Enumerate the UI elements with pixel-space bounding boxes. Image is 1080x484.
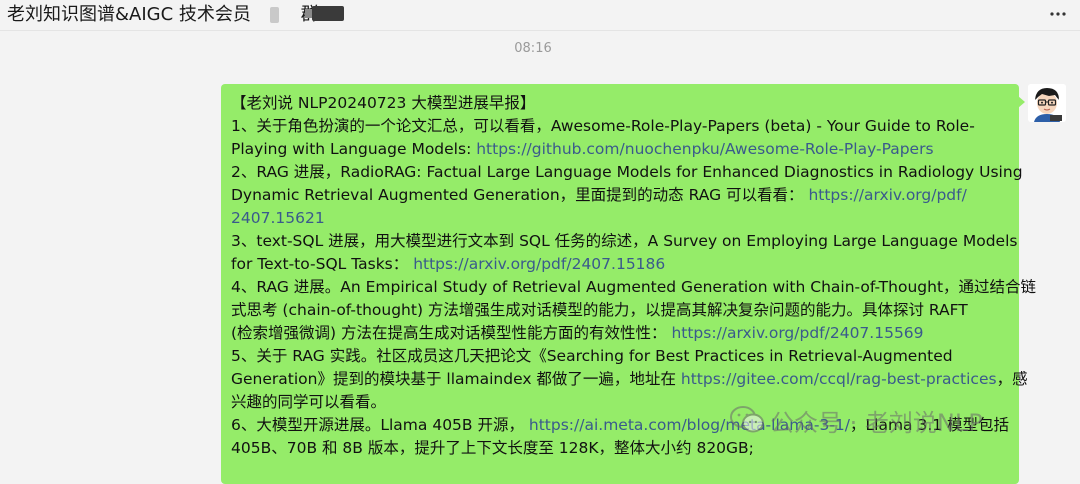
message-timestamp: 08:16 — [514, 41, 552, 56]
message-text-segment: 1、关于角色扮演的一个论文汇总，可以看看，Awesome-Role-Play-P… — [231, 117, 975, 135]
message-line: 式思考 (chain-of-thought) 方法增强生成对话模型的能力，以提高… — [231, 299, 1011, 322]
message-link[interactable]: https://arxiv.org/pdf/2407.15186 — [413, 255, 665, 273]
chat-header: 老刘知识图谱&AIGC 技术会员 群 — [0, 0, 1080, 30]
chat-title-text: 老刘知识图谱&AIGC 技术会员 — [7, 4, 251, 25]
message-text-segment: 式思考 (chain-of-thought) 方法增强生成对话模型的能力，以提高… — [231, 301, 968, 319]
message-link[interactable]: https://arxiv.org/pdf/2407.15569 — [671, 324, 923, 342]
message-text-segment: 5、关于 RAG 实践。社区成员这几天把论文《Searching for Bes… — [231, 347, 953, 365]
watermark: 公众号 · 老刘说NLP — [728, 400, 983, 440]
message-line: 5、关于 RAG 实践。社区成员这几天把论文《Searching for Bes… — [231, 345, 1011, 368]
avatar[interactable] — [1028, 84, 1066, 122]
message-text-segment: ，感 — [996, 370, 1028, 388]
message-line: (检索增强微调) 方法在提高生成对话模型性能方面的有效性性： https://a… — [231, 322, 1011, 345]
message-link[interactable]: 2407.15621 — [231, 209, 325, 227]
message-line: 4、RAG 进展。An Empirical Study of Retrieval… — [231, 276, 1036, 299]
message-text-segment: 兴趣的同学可以看看。 — [231, 393, 387, 411]
bubble-tail — [1018, 96, 1025, 108]
redaction-mark — [270, 7, 279, 23]
message-text-segment: 6、大模型开源进展。Llama 405B 开源， — [231, 416, 529, 434]
message-text-segment: 4、RAG 进展。An Empirical Study of Retrieval… — [231, 278, 1037, 296]
message-link[interactable]: https://gitee.com/ccql/rag-best-practice… — [681, 370, 997, 388]
message-text-segment: 3、text-SQL 进展，用大模型进行文本到 SQL 任务的综述，A Surv… — [231, 232, 1018, 250]
more-options-button[interactable] — [1045, 3, 1071, 25]
message-text-segment: Generation》提到的模块基于 llamaindex 都做了一遍，地址在 — [231, 370, 681, 388]
wechat-official-account-icon — [730, 406, 764, 433]
message-line: 3、text-SQL 进展，用大模型进行文本到 SQL 任务的综述，A Surv… — [231, 230, 1017, 253]
message-line: 2407.15621 — [231, 207, 1011, 230]
message-text-segment: Playing with Language Models: — [231, 140, 477, 158]
message-line: Playing with Language Models: https://gi… — [231, 138, 1011, 161]
more-dots-icon — [1050, 12, 1066, 16]
message-line: Dynamic Retrieval Augmented Generation，里… — [231, 184, 1011, 207]
message-line: for Text-to-SQL Tasks： https://arxiv.org… — [231, 253, 1011, 276]
message-text-segment: for Text-to-SQL Tasks： — [231, 255, 414, 273]
message-text-segment: 2、RAG 进展，RadioRAG: Factual Large Languag… — [231, 163, 1023, 181]
message-text-segment: Dynamic Retrieval Augmented Generation，里… — [231, 186, 809, 204]
header-divider — [0, 30, 1080, 31]
watermark-text: 公众号 · 老刘说NLP — [770, 408, 983, 437]
message-link[interactable]: https://github.com/nuochenpku/Awesome-Ro… — [476, 140, 933, 158]
cartoon-avatar-icon — [1028, 84, 1066, 122]
message-text-segment: 【老刘说 NLP20240723 大模型进展早报】 — [231, 94, 536, 112]
message-link[interactable]: https://arxiv.org/pdf/ — [808, 186, 966, 204]
message-line: Generation》提到的模块基于 llamaindex 都做了一遍，地址在 … — [231, 368, 1028, 391]
message-line: 1、关于角色扮演的一个论文汇总，可以看看，Awesome-Role-Play-P… — [231, 115, 1011, 138]
message-line: 2、RAG 进展，RadioRAG: Factual Large Languag… — [231, 161, 1023, 184]
message-line: 【老刘说 NLP20240723 大模型进展早报】 — [231, 92, 1011, 115]
redaction-mark — [312, 6, 344, 21]
message-text-segment: 405B、70B 和 8B 版本，提升了上下文长度至 128K，整体大小约 82… — [231, 439, 754, 457]
message-line: 405B、70B 和 8B 版本，提升了上下文长度至 128K，整体大小约 82… — [231, 437, 1011, 460]
message-text-segment: (检索增强微调) 方法在提高生成对话模型性能方面的有效性性： — [231, 324, 672, 342]
